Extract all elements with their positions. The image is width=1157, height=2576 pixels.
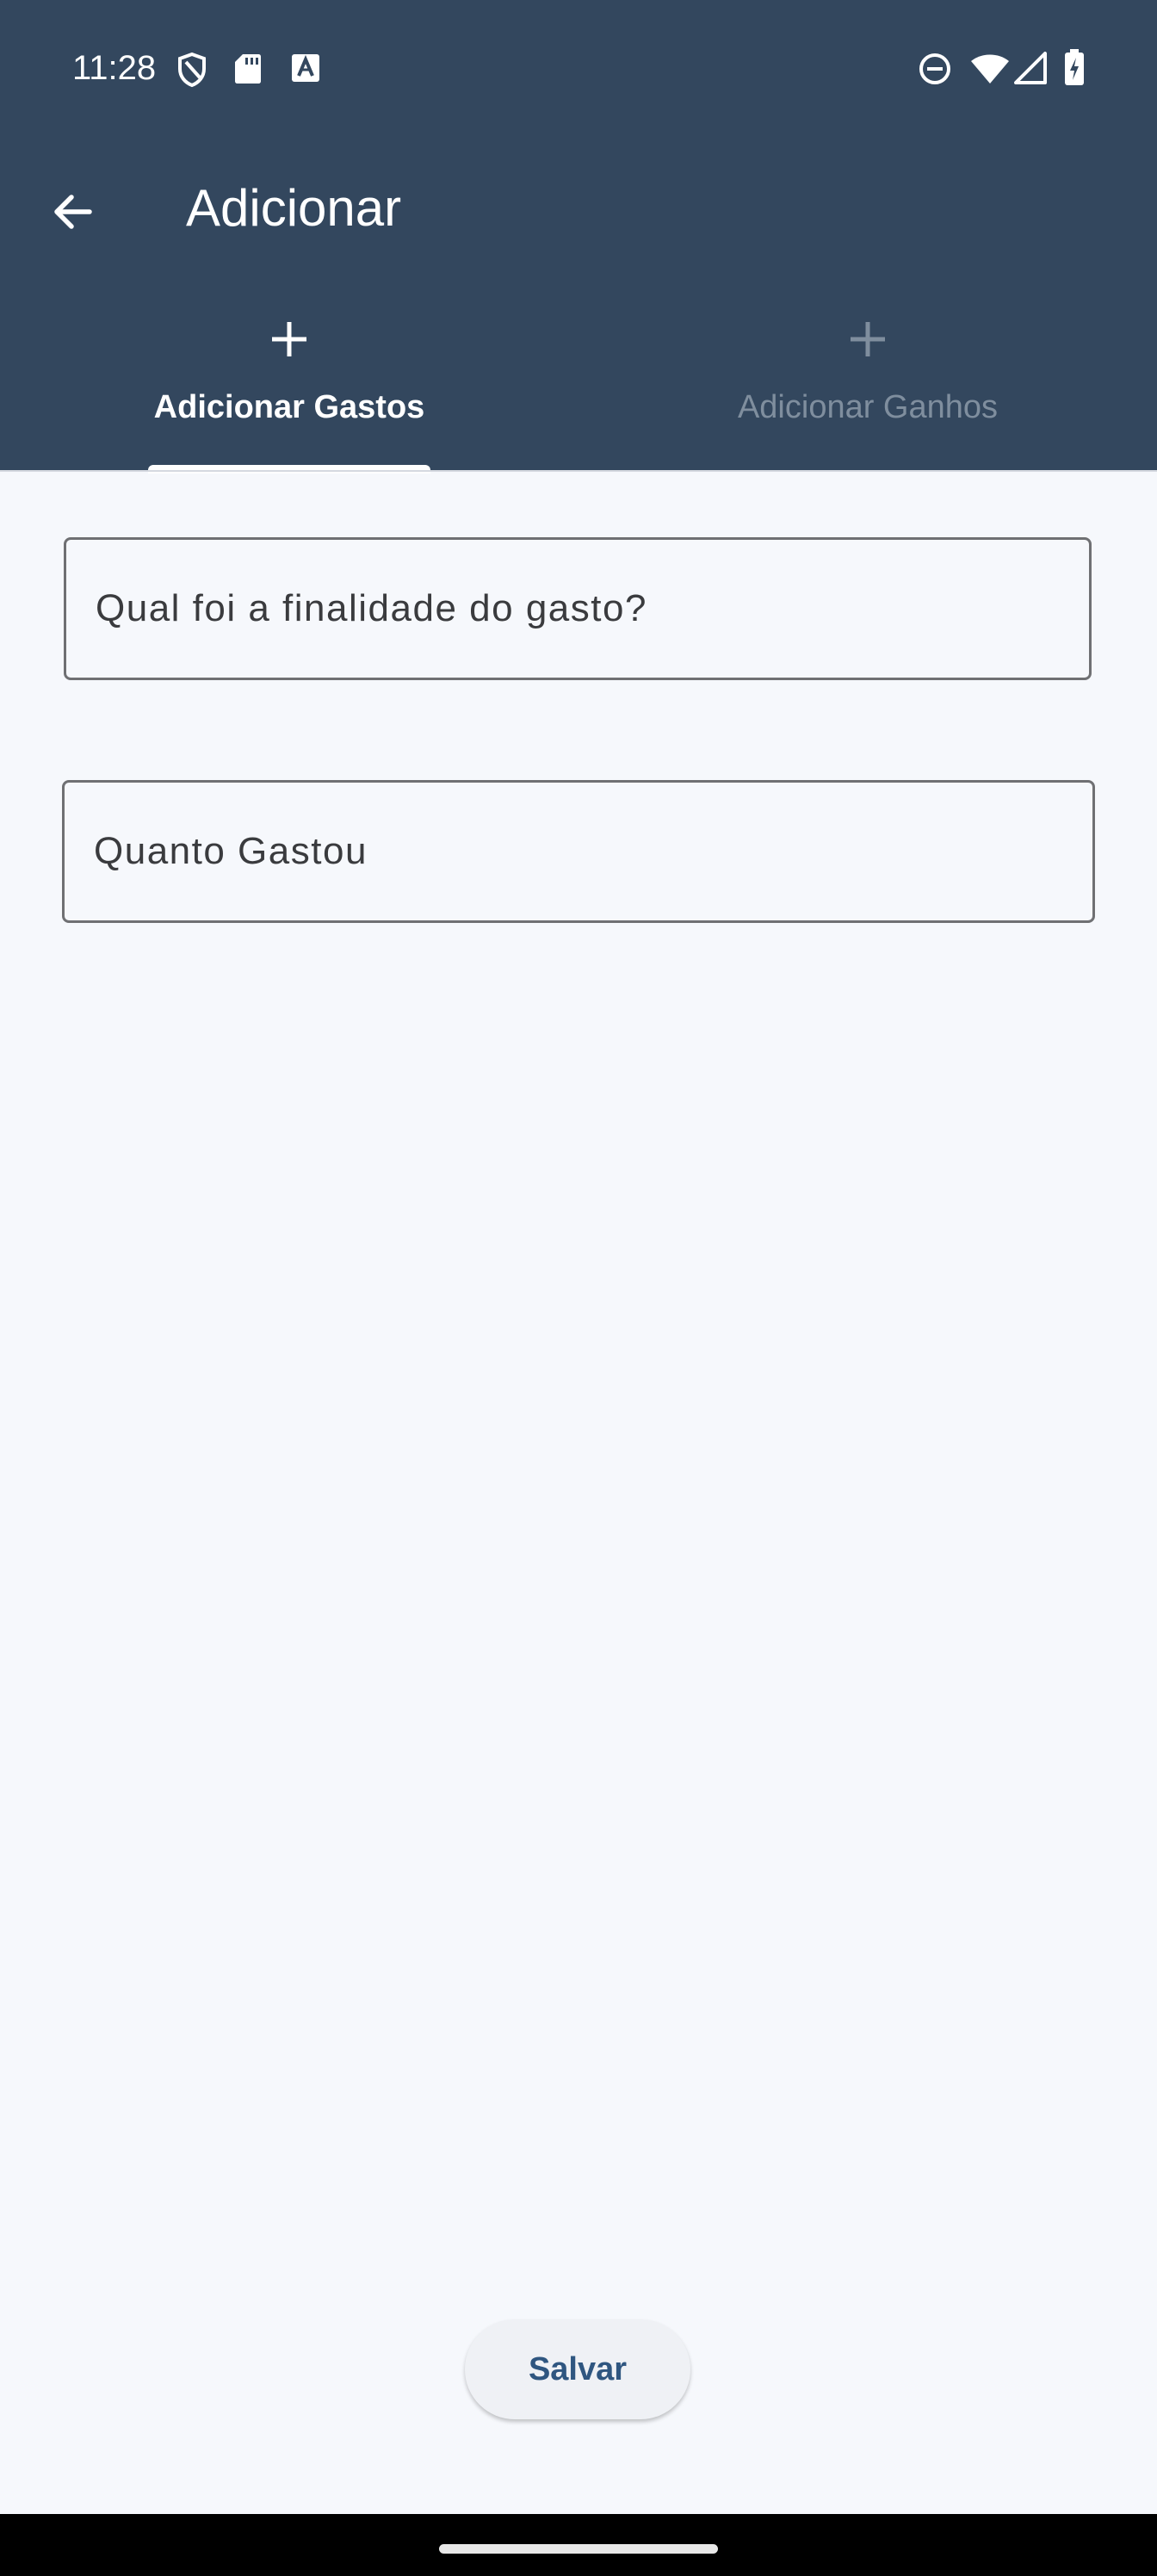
tab-adicionar-ganhos[interactable]: Adicionar Ganhos [578,312,1157,470]
tab-label: Adicionar Gastos [153,389,425,425]
purpose-field[interactable] [64,537,1092,680]
purpose-input[interactable] [66,540,1089,678]
font-a-icon [292,54,319,82]
amount-field[interactable] [62,780,1095,923]
shield-icon [178,52,206,88]
plus-icon [272,322,306,356]
back-button[interactable] [38,177,107,246]
system-navigation-bar [0,2514,1157,2576]
active-tab-indicator [148,465,430,474]
sd-card-icon [235,54,261,84]
tab-label: Adicionar Ganhos [737,389,999,425]
page-title: Adicionar [186,179,402,237]
app-header: 11:28 Adicionar Adicionar Gastos Adicion… [0,0,1157,474]
home-gesture-handle[interactable] [439,2544,718,2554]
wifi-icon [971,54,1009,84]
status-time: 11:28 [72,49,157,87]
battery-charging-icon [1065,49,1084,85]
header-divider [0,470,1157,472]
amount-input[interactable] [65,783,1092,920]
save-button[interactable]: Salvar [465,2319,690,2419]
status-bar: 11:28 [0,0,1157,136]
plus-icon [851,322,885,356]
do-not-disturb-icon [919,53,950,84]
arrow-left-icon [54,195,92,229]
cell-signal-icon [1014,52,1047,84]
tab-adicionar-gastos[interactable]: Adicionar Gastos [0,312,578,470]
